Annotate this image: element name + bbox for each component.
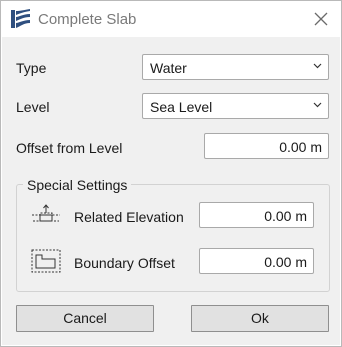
title-bar: Complete Slab [1, 1, 341, 37]
chevron-down-icon [313, 102, 322, 108]
level-label: Level [16, 99, 50, 115]
type-dropdown[interactable]: Water [142, 54, 329, 80]
boundary-offset-label: Boundary Offset [74, 255, 175, 271]
related-elevation-input[interactable]: 0.00 m [199, 202, 314, 228]
related-elevation-icon [30, 204, 62, 226]
special-settings-title: Special Settings [23, 176, 132, 194]
chevron-down-icon [313, 63, 322, 69]
window-title: Complete Slab [38, 11, 137, 28]
dialog-content: Type Water Level Sea Level Offset from L… [2, 37, 340, 345]
boundary-offset-input[interactable]: 0.00 m [199, 248, 314, 274]
offset-from-level-label: Offset from Level [16, 140, 123, 156]
ok-button[interactable]: Ok [191, 305, 329, 332]
related-elevation-value: 0.00 m [264, 208, 307, 224]
related-elevation-label: Related Elevation [74, 209, 184, 225]
app-logo-icon [10, 8, 32, 30]
level-dropdown-value: Sea Level [150, 99, 213, 115]
offset-from-level-value: 0.00 m [279, 139, 322, 155]
boundary-offset-value: 0.00 m [264, 254, 307, 270]
offset-from-level-input[interactable]: 0.00 m [204, 133, 329, 159]
dialog-window: Complete Slab Type Water Level Sea Level… [0, 0, 342, 347]
type-dropdown-value: Water [150, 60, 187, 76]
boundary-offset-icon [30, 248, 62, 274]
cancel-button[interactable]: Cancel [16, 305, 154, 332]
level-dropdown[interactable]: Sea Level [142, 93, 329, 119]
special-settings-group [16, 184, 330, 292]
close-icon[interactable] [311, 9, 331, 29]
type-label: Type [16, 60, 47, 76]
